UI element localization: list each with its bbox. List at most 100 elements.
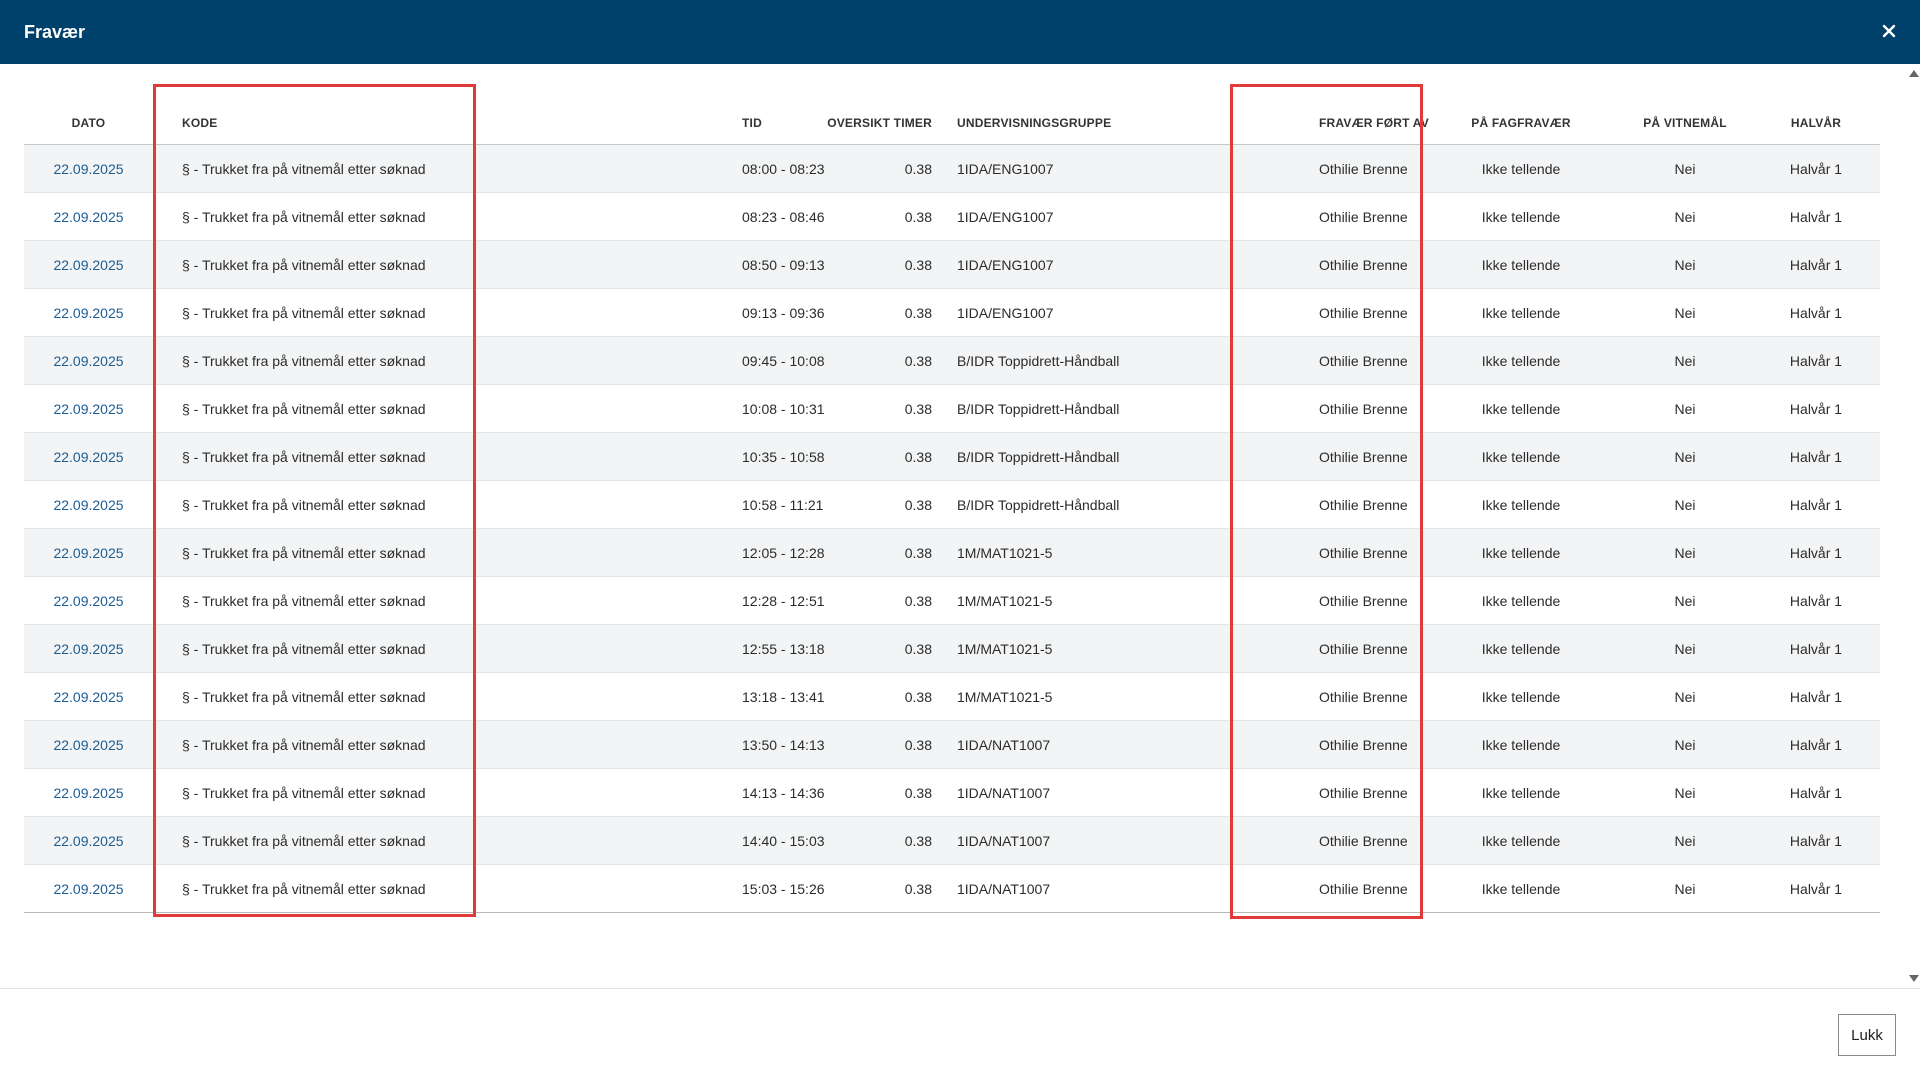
table-row[interactable]: 22.09.2025 § - Trukket fra på vitnemål et… xyxy=(24,672,1880,721)
cell-kode: § - Trukket fra på vitnemål etter søknad xyxy=(153,480,597,529)
date-link[interactable]: 22.09.2025 xyxy=(53,497,123,513)
cell-vitnemal: Nei xyxy=(1600,192,1770,241)
table-row[interactable]: 22.09.2025 § - Trukket fra på vitnemål et… xyxy=(24,240,1880,289)
date-link[interactable]: 22.09.2025 xyxy=(53,257,123,273)
cell-gruppe: 1M/MAT1021-5 xyxy=(956,576,1250,625)
cell-halvar: Halvår 1 xyxy=(1770,864,1880,913)
dialog-body: DATO KODE TID OVERSIKT TIMER UNDERVISNINGSGR… xyxy=(0,64,1920,988)
table-row[interactable]: 22.09.2025 § - Trukket fra på vitnemål et… xyxy=(24,336,1880,385)
table-row[interactable]: 22.09.2025 § - Trukket fra på vitnemål et… xyxy=(24,816,1880,865)
cell-fort-av: Othilie Brenne xyxy=(1250,144,1442,193)
cell-fagfravaer: Ikke tellende xyxy=(1442,576,1600,625)
table-row[interactable]: 22.09.2025 § - Trukket fra på vitnemål et… xyxy=(24,432,1880,481)
cell-fort-av: Othilie Brenne xyxy=(1250,528,1442,577)
cell-fagfravaer: Ikke tellende xyxy=(1442,528,1600,577)
cell-dato: 22.09.2025 xyxy=(24,432,153,481)
close-button[interactable]: Lukk xyxy=(1838,1014,1896,1056)
cell-halvar: Halvår 1 xyxy=(1770,384,1880,433)
scroll-up-icon[interactable] xyxy=(1909,70,1919,77)
cell-fort-av: Othilie Brenne xyxy=(1250,864,1442,913)
cell-vitnemal: Nei xyxy=(1600,432,1770,481)
cell-vitnemal: Nei xyxy=(1600,768,1770,817)
date-link[interactable]: 22.09.2025 xyxy=(53,401,123,417)
cell-gruppe: 1M/MAT1021-5 xyxy=(956,672,1250,721)
cell-gruppe: 1M/MAT1021-5 xyxy=(956,624,1250,673)
table-body: 22.09.2025 § - Trukket fra på vitnemål et… xyxy=(24,144,1880,913)
cell-fagfravaer: Ikke tellende xyxy=(1442,864,1600,913)
absence-dialog: Fravær DATO KODE TID OVERSIKT TIMER UNDERVIS… xyxy=(0,0,1920,1080)
cell-kode: § - Trukket fra på vitnemål etter søknad xyxy=(153,624,597,673)
table-header-row: DATO KODE TID OVERSIKT TIMER UNDERVISNINGSGR… xyxy=(24,102,1880,145)
cell-gruppe: 1IDA/NAT1007 xyxy=(956,768,1250,817)
scroll-down-icon[interactable] xyxy=(1909,975,1919,982)
table-row[interactable]: 22.09.2025 § - Trukket fra på vitnemål et… xyxy=(24,864,1880,913)
column-header-dato: DATO xyxy=(24,102,153,145)
cell-kode: § - Trukket fra på vitnemål etter søknad xyxy=(153,384,597,433)
column-header-vitnemal: PÅ VITNEMÅL xyxy=(1600,102,1770,145)
column-header-gruppe: UNDERVISNINGSGRUPPE xyxy=(956,102,1250,145)
cell-halvar: Halvår 1 xyxy=(1770,240,1880,289)
table-row[interactable]: 22.09.2025 § - Trukket fra på vitnemål et… xyxy=(24,528,1880,577)
cell-fagfravaer: Ikke tellende xyxy=(1442,192,1600,241)
cell-fort-av: Othilie Brenne xyxy=(1250,768,1442,817)
cell-gruppe: 1IDA/ENG1007 xyxy=(956,192,1250,241)
cell-fagfravaer: Ikke tellende xyxy=(1442,624,1600,673)
table-row[interactable]: 22.09.2025 § - Trukket fra på vitnemål et… xyxy=(24,576,1880,625)
date-link[interactable]: 22.09.2025 xyxy=(53,449,123,465)
absence-table: DATO KODE TID OVERSIKT TIMER UNDERVISNINGSGR… xyxy=(24,102,1880,913)
cell-fort-av: Othilie Brenne xyxy=(1250,672,1442,721)
cell-vitnemal: Nei xyxy=(1600,816,1770,865)
close-icon[interactable] xyxy=(1876,18,1902,44)
cell-tid: 15:03 - 15:26 xyxy=(597,864,825,913)
date-link[interactable]: 22.09.2025 xyxy=(53,593,123,609)
vertical-scrollbar[interactable] xyxy=(1906,64,1920,988)
cell-kode: § - Trukket fra på vitnemål etter søknad xyxy=(153,720,597,769)
date-link[interactable]: 22.09.2025 xyxy=(53,209,123,225)
date-link[interactable]: 22.09.2025 xyxy=(53,833,123,849)
cell-dato: 22.09.2025 xyxy=(24,384,153,433)
cell-fort-av: Othilie Brenne xyxy=(1250,720,1442,769)
date-link[interactable]: 22.09.2025 xyxy=(53,881,123,897)
dialog-footer: Lukk xyxy=(0,988,1920,1080)
date-link[interactable]: 22.09.2025 xyxy=(53,545,123,561)
date-link[interactable]: 22.09.2025 xyxy=(53,161,123,177)
table-row[interactable]: 22.09.2025 § - Trukket fra på vitnemål et… xyxy=(24,480,1880,529)
table-row[interactable]: 22.09.2025 § - Trukket fra på vitnemål et… xyxy=(24,768,1880,817)
date-link[interactable]: 22.09.2025 xyxy=(53,737,123,753)
cell-fagfravaer: Ikke tellende xyxy=(1442,816,1600,865)
cell-kode: § - Trukket fra på vitnemål etter søknad xyxy=(153,432,597,481)
cell-tid: 08:23 - 08:46 xyxy=(597,192,825,241)
cell-gruppe: 1IDA/NAT1007 xyxy=(956,720,1250,769)
table-row[interactable]: 22.09.2025 § - Trukket fra på vitnemål et… xyxy=(24,624,1880,673)
column-header-kode: KODE xyxy=(153,102,597,145)
cell-kode: § - Trukket fra på vitnemål etter søknad xyxy=(153,864,597,913)
date-link[interactable]: 22.09.2025 xyxy=(53,641,123,657)
cell-kode: § - Trukket fra på vitnemål etter søknad xyxy=(153,672,597,721)
cell-kode: § - Trukket fra på vitnemål etter søknad xyxy=(153,816,597,865)
date-link[interactable]: 22.09.2025 xyxy=(53,689,123,705)
date-link[interactable]: 22.09.2025 xyxy=(53,785,123,801)
cell-tid: 13:50 - 14:13 xyxy=(597,720,825,769)
cell-fagfravaer: Ikke tellende xyxy=(1442,480,1600,529)
cell-kode: § - Trukket fra på vitnemål etter søknad xyxy=(153,240,597,289)
cell-dato: 22.09.2025 xyxy=(24,144,153,193)
date-link[interactable]: 22.09.2025 xyxy=(53,305,123,321)
table-row[interactable]: 22.09.2025 § - Trukket fra på vitnemål et… xyxy=(24,144,1880,193)
table-row[interactable]: 22.09.2025 § - Trukket fra på vitnemål et… xyxy=(24,288,1880,337)
cell-fort-av: Othilie Brenne xyxy=(1250,576,1442,625)
table-row[interactable]: 22.09.2025 § - Trukket fra på vitnemål et… xyxy=(24,384,1880,433)
date-link[interactable]: 22.09.2025 xyxy=(53,353,123,369)
cell-halvar: Halvår 1 xyxy=(1770,576,1880,625)
cell-fagfravaer: Ikke tellende xyxy=(1442,768,1600,817)
cell-vitnemal: Nei xyxy=(1600,288,1770,337)
dialog-title: Fravær xyxy=(24,22,86,42)
cell-fort-av: Othilie Brenne xyxy=(1250,240,1442,289)
table-row[interactable]: 22.09.2025 § - Trukket fra på vitnemål et… xyxy=(24,192,1880,241)
cell-dato: 22.09.2025 xyxy=(24,816,153,865)
cell-dato: 22.09.2025 xyxy=(24,336,153,385)
cell-fort-av: Othilie Brenne xyxy=(1250,384,1442,433)
column-header-timer: OVERSIKT TIMER xyxy=(732,102,956,145)
cell-tid: 08:50 - 09:13 xyxy=(597,240,825,289)
cell-halvar: Halvår 1 xyxy=(1770,480,1880,529)
table-row[interactable]: 22.09.2025 § - Trukket fra på vitnemål et… xyxy=(24,720,1880,769)
